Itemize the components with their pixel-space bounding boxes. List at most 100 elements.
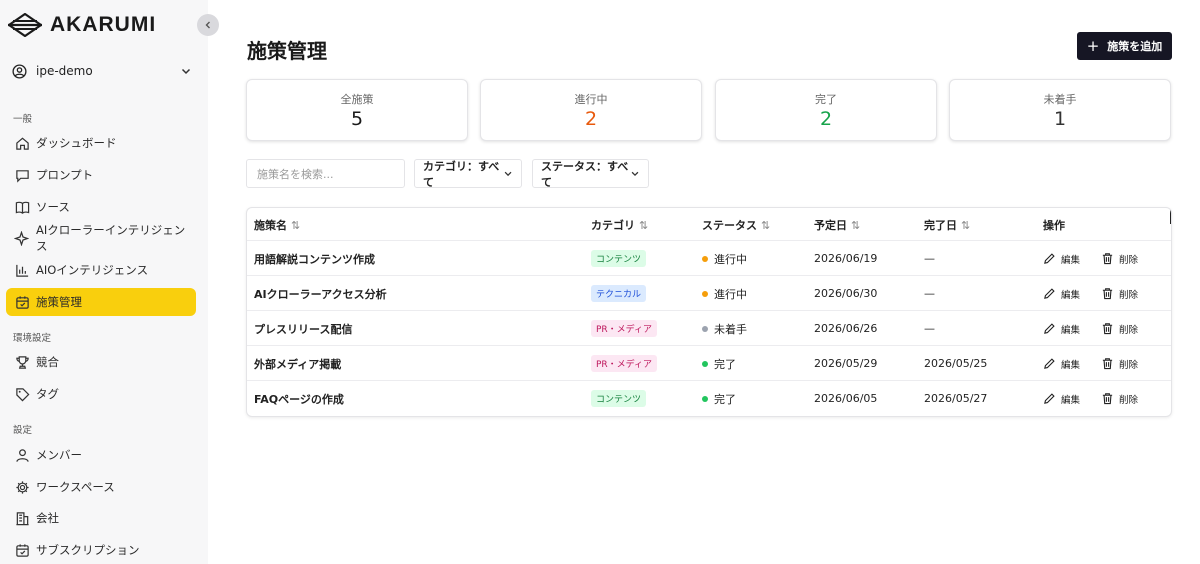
page-title: 施策管理	[247, 39, 327, 63]
column-header-label: ステータス	[702, 219, 757, 232]
calendar-check-icon	[14, 542, 30, 558]
row-name: プレスリリース配信	[254, 322, 353, 336]
delete-button[interactable]: 削除	[1101, 392, 1138, 406]
column-header-label: 操作	[1043, 219, 1065, 232]
done-date: 2026/05/25	[924, 357, 988, 370]
edit-button[interactable]: 編集	[1043, 392, 1080, 406]
add-initiative-label: 施策を追加	[1107, 40, 1163, 53]
plus-icon: +	[1086, 36, 1100, 55]
stat-card-not-started: 未着手 1	[949, 79, 1171, 141]
delete-button[interactable]: 削除	[1101, 357, 1138, 371]
stat-card-in-progress: 進行中 2	[480, 79, 702, 141]
sidebar-item-competitors[interactable]: 競合	[6, 348, 196, 376]
sort-icon: ⇅	[961, 218, 971, 232]
sort-icon: ⇅	[291, 218, 301, 232]
stat-label: 進行中	[574, 93, 608, 106]
table-row[interactable]: FAQページの作成 コンテンツ 完了 2026/06/05 2026/05/27…	[247, 380, 1171, 415]
column-header-done-date[interactable]: 完了日 ⇅	[924, 217, 970, 233]
sidebar-item-initiatives[interactable]: 施策管理	[6, 288, 196, 316]
status-text: 完了	[714, 357, 736, 371]
trash-icon	[1102, 288, 1113, 300]
row-name: AIクローラーアクセス分析	[254, 287, 387, 301]
status-dot	[702, 290, 708, 297]
edit-label: 編集	[1061, 359, 1081, 371]
sidebar-item-members[interactable]: メンバー	[6, 441, 196, 469]
column-header-name[interactable]: 施策名 ⇅	[254, 217, 300, 233]
status-dot	[702, 325, 708, 332]
trash-icon	[1102, 253, 1113, 265]
edit-button[interactable]: 編集	[1043, 252, 1080, 266]
stat-label: 完了	[815, 93, 837, 106]
category-tag: コンテンツ	[591, 390, 647, 407]
column-header-due-date[interactable]: 予定日 ⇅	[814, 217, 860, 233]
workspace-switcher[interactable]: ipe-demo	[12, 60, 192, 82]
status-cell: 完了	[702, 381, 736, 416]
due-date: 2026/06/30	[814, 287, 878, 300]
sidebar-item-label: タグ	[36, 387, 59, 401]
status-text: 完了	[714, 392, 736, 406]
stat-card-completed: 完了 2	[715, 79, 937, 141]
building-icon	[14, 510, 30, 526]
table-row[interactable]: プレスリリース配信 PR・メディア 未着手 2026/06/26 — 編集 削除	[247, 310, 1171, 345]
done-date: 2026/05/27	[924, 392, 988, 405]
column-header-label: 完了日	[924, 219, 957, 232]
edit-label: 編集	[1061, 289, 1081, 301]
chat-icon	[14, 167, 30, 183]
user-circle-icon	[12, 63, 27, 79]
tag-icon	[14, 386, 30, 402]
sidebar-item-aio-intelligence[interactable]: AIOインテリジェンス	[6, 256, 196, 284]
sidebar-collapse-button[interactable]	[197, 14, 219, 36]
table-row[interactable]: 外部メディア掲載 PR・メディア 完了 2026/05/29 2026/05/2…	[247, 345, 1171, 380]
done-date: —	[924, 322, 935, 335]
edit-button[interactable]: 編集	[1043, 322, 1080, 336]
user-icon	[14, 447, 30, 463]
sidebar-item-label: 競合	[36, 355, 59, 369]
sidebar-item-subscription[interactable]: サブスクリプション	[6, 536, 196, 564]
section-label-settings: 設定	[13, 425, 33, 436]
trophy-icon	[14, 354, 30, 370]
delete-label: 削除	[1119, 359, 1139, 371]
delete-button[interactable]: 削除	[1101, 287, 1138, 301]
column-header-category[interactable]: カテゴリ ⇅	[591, 217, 648, 233]
sort-icon: ⇅	[761, 218, 771, 232]
stat-card-total: 全施策 5	[246, 79, 468, 141]
edit-button[interactable]: 編集	[1043, 287, 1080, 301]
sidebar: AKARUMI ipe-demo 一般 ダッシュボード プロンプト ソース AI…	[0, 0, 208, 564]
edit-button[interactable]: 編集	[1043, 357, 1080, 371]
scrollbar[interactable]	[1170, 208, 1171, 224]
column-header-status[interactable]: ステータス ⇅	[702, 217, 770, 233]
column-header-actions: 操作	[1043, 217, 1065, 233]
sidebar-item-dashboard[interactable]: ダッシュボード	[6, 129, 196, 157]
brand-logo[interactable]: AKARUMI	[8, 12, 156, 38]
table-row[interactable]: AIクローラーアクセス分析 テクニカル 進行中 2026/06/30 — 編集 …	[247, 275, 1171, 310]
category-tag: テクニカル	[591, 285, 647, 302]
delete-label: 削除	[1119, 324, 1139, 336]
category-filter[interactable]: カテゴリ：すべて	[414, 159, 522, 189]
row-name: 用語解説コンテンツ作成	[254, 252, 375, 266]
bar-chart-icon	[14, 262, 30, 278]
sidebar-item-company[interactable]: 会社	[6, 504, 196, 532]
sidebar-item-tags[interactable]: タグ	[6, 380, 196, 408]
search-input[interactable]: 施策名を検索...	[246, 159, 405, 188]
sidebar-item-source[interactable]: ソース	[6, 193, 196, 221]
due-date: 2026/06/26	[814, 322, 878, 335]
add-initiative-button[interactable]: + 施策を追加	[1077, 32, 1172, 60]
sidebar-item-prompt[interactable]: プロンプト	[6, 161, 196, 189]
sidebar-item-workspace[interactable]: ワークスペース	[6, 473, 196, 501]
pencil-icon	[1044, 358, 1055, 369]
sidebar-item-ai-crawler-intelligence[interactable]: AIクローラーインテリジェンス	[6, 223, 196, 253]
chevron-down-icon	[181, 68, 191, 75]
stat-value: 1	[1053, 108, 1067, 130]
status-filter[interactable]: ステータス：すべて	[532, 159, 649, 189]
due-date: 2026/06/05	[814, 392, 878, 405]
row-name: 外部メディア掲載	[254, 357, 342, 371]
category-tag: コンテンツ	[591, 250, 647, 267]
book-icon	[14, 199, 30, 215]
category-filter-label: カテゴリ：すべて	[423, 159, 500, 189]
delete-button[interactable]: 削除	[1101, 252, 1138, 266]
sidebar-item-label: ワークスペース	[36, 480, 115, 494]
edit-label: 編集	[1061, 254, 1081, 266]
brand-name: AKARUMI	[50, 13, 157, 36]
table-row[interactable]: 用語解説コンテンツ作成 コンテンツ 進行中 2026/06/19 — 編集 削除	[247, 240, 1171, 275]
delete-button[interactable]: 削除	[1101, 322, 1138, 336]
